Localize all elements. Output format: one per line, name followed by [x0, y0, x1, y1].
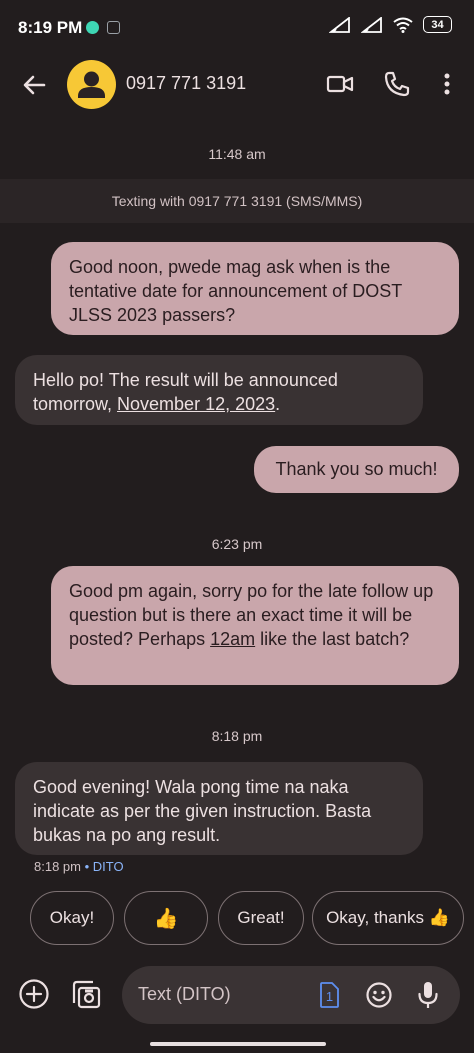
smart-reply-chip[interactable]: 👍	[124, 891, 208, 945]
video-call-icon[interactable]	[325, 69, 355, 99]
add-icon[interactable]	[18, 978, 50, 1010]
timestamp-divider: 11:48 am	[208, 146, 266, 162]
message-meta: 8:18 pm • DITO	[34, 859, 124, 874]
message-text: like the last batch?	[255, 629, 410, 649]
avatar[interactable]	[67, 60, 116, 109]
time-link[interactable]: 12am	[210, 629, 255, 649]
outgoing-message[interactable]: Good noon, pwede mag ask when is the ten…	[51, 242, 459, 335]
more-vert-icon[interactable]	[438, 69, 456, 99]
battery-level: 34	[431, 18, 444, 31]
avatar-person-icon	[78, 71, 105, 98]
outgoing-message[interactable]: Good pm again, sorry po for the late fol…	[51, 566, 459, 685]
signal-icon	[329, 16, 350, 33]
gallery-icon[interactable]	[68, 977, 102, 1011]
contact-name[interactable]: 0917 771 3191	[126, 73, 246, 94]
incoming-message[interactable]: Good evening! Wala pong time na naka ind…	[15, 762, 423, 855]
timestamp-divider: 6:23 pm	[211, 536, 263, 552]
sms-info-banner: Texting with 0917 771 3191 (SMS/MMS)	[0, 179, 474, 223]
wifi-icon	[393, 17, 413, 33]
incoming-message[interactable]: Hello po! The result will be announced t…	[15, 355, 423, 425]
screenshot-notification-icon	[107, 21, 120, 34]
message-time: 8:18 pm	[34, 859, 81, 874]
status-time: 8:19 PM	[18, 18, 83, 37]
mic-icon[interactable]	[416, 980, 440, 1010]
home-indicator[interactable]	[150, 1042, 326, 1046]
smart-reply-chip[interactable]: Great!	[218, 891, 304, 945]
carrier-label: DITO	[92, 859, 124, 874]
timestamp-divider: 8:18 pm	[211, 728, 263, 744]
date-link[interactable]: November 12, 2023	[117, 394, 275, 414]
message-input[interactable]: Text (DITO) 1	[122, 966, 460, 1024]
battery-icon: 34	[423, 16, 452, 33]
messenger-notification-icon	[86, 21, 99, 34]
smart-reply-chip[interactable]: Okay!	[30, 891, 114, 945]
smart-reply-chip[interactable]: Okay, thanks 👍	[312, 891, 464, 945]
message-input-placeholder[interactable]: Text (DITO)	[138, 984, 231, 1005]
status-bar: 8:19 PM 34	[0, 0, 474, 56]
sim-number: 1	[326, 989, 333, 1004]
signal-icon	[361, 16, 382, 33]
phone-icon[interactable]	[382, 69, 412, 99]
conversation-header: 0917 771 3191	[0, 56, 474, 112]
back-arrow-icon[interactable]	[18, 69, 50, 101]
message-text: .	[275, 394, 281, 414]
sim-icon[interactable]: 1	[319, 982, 339, 1008]
emoji-icon[interactable]	[365, 981, 393, 1009]
separator: •	[84, 859, 90, 874]
outgoing-message[interactable]: Thank you so much!	[254, 446, 459, 493]
